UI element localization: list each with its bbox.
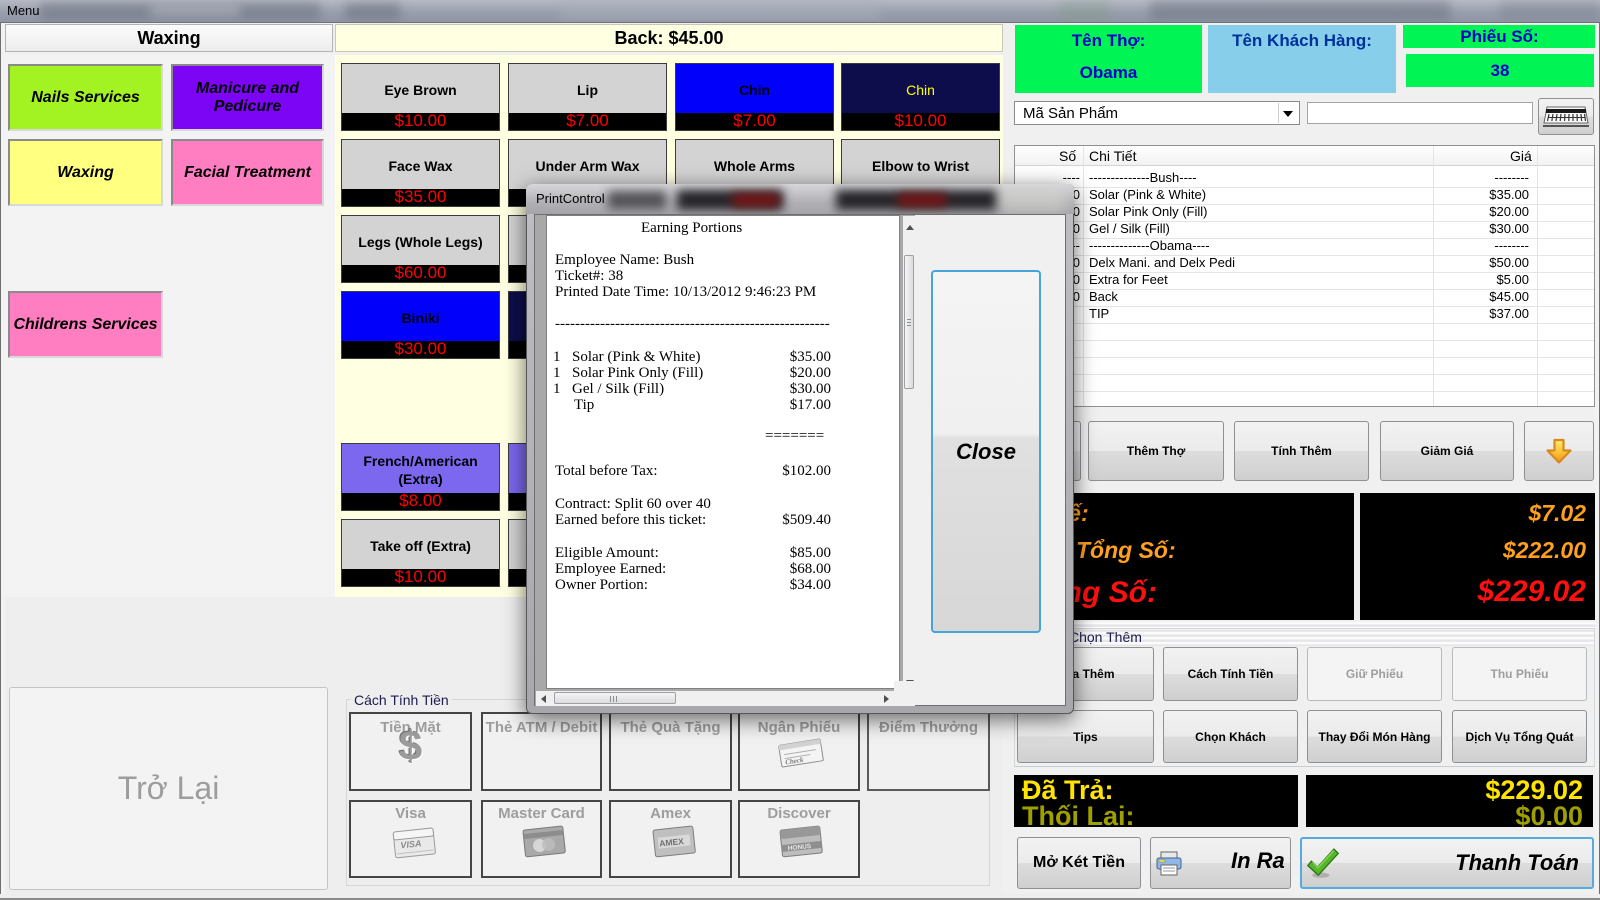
svg-text:Check: Check bbox=[785, 756, 805, 767]
